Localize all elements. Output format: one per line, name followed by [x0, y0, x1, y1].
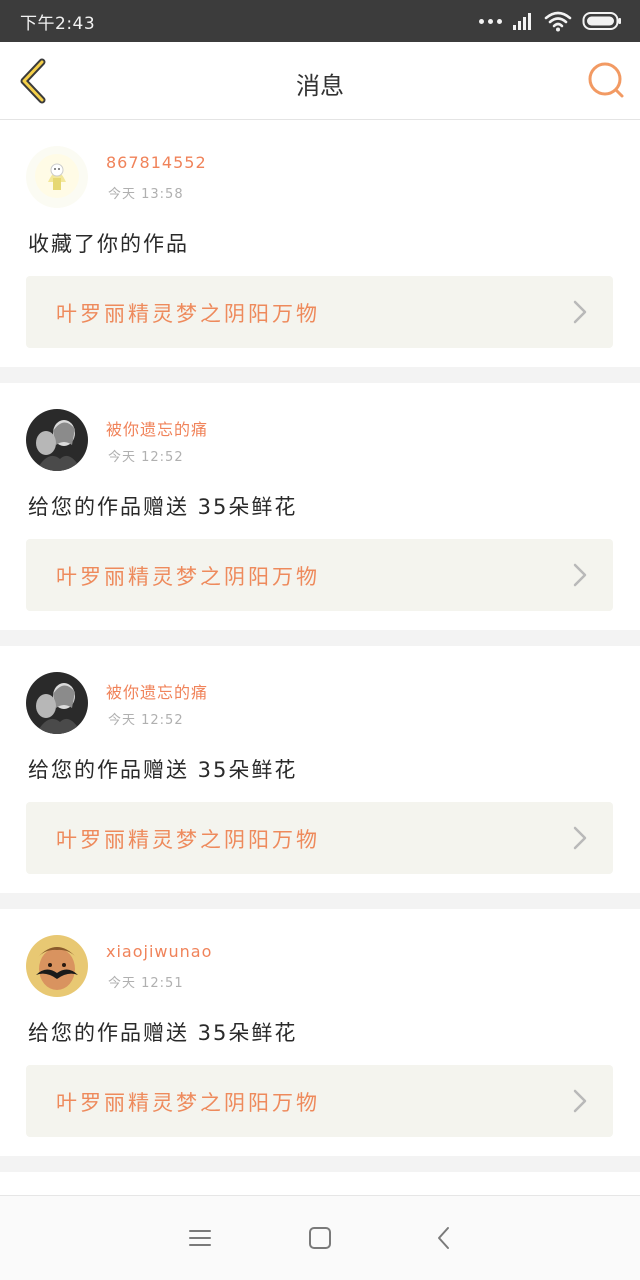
work-link[interactable]: 叶罗丽精灵梦之阴阳万物 [26, 276, 613, 348]
more-dots-icon [479, 18, 502, 24]
work-title: 叶罗丽精灵梦之阴阳万物 [56, 828, 320, 852]
home-button[interactable] [306, 1224, 334, 1252]
search-icon [588, 62, 624, 98]
work-link[interactable]: 叶罗丽精灵梦之阴阳万物 [26, 802, 613, 874]
chevron-right-icon [573, 1089, 587, 1113]
menu-icon [189, 1230, 211, 1246]
timestamp: 今天 13:58 [108, 187, 184, 202]
page-title: 消息 [296, 72, 344, 100]
username[interactable]: 867814552 [106, 153, 207, 172]
chevron-right-icon [573, 563, 587, 587]
message-item: 867814552 今天 13:58 收藏了你的作品 叶罗丽精灵梦之阴阳万物 [0, 120, 640, 367]
avatar[interactable] [26, 672, 88, 734]
chevron-right-icon [573, 826, 587, 850]
message-text: 给您的作品赠送 35朵鲜花 [28, 1021, 298, 1045]
username[interactable]: 被你遗忘的痛 [106, 416, 208, 440]
work-link[interactable]: 叶罗丽精灵梦之阴阳万物 [26, 539, 613, 611]
status-icons [479, 8, 622, 34]
avatar[interactable] [26, 409, 88, 471]
home-square-icon [309, 1227, 331, 1249]
avatar[interactable] [26, 146, 88, 208]
message-text: 给您的作品赠送 35朵鲜花 [28, 758, 298, 782]
menu-button[interactable] [186, 1224, 214, 1252]
back-triangle-icon [438, 1227, 449, 1249]
battery-icon [582, 12, 621, 30]
status-time: 下午2:43 [20, 14, 96, 34]
timestamp: 今天 12:51 [108, 976, 184, 991]
work-title: 叶罗丽精灵梦之阴阳万物 [56, 302, 320, 326]
message-text: 给您的作品赠送 35朵鲜花 [28, 495, 298, 519]
username[interactable]: xiaojiwunao [106, 942, 212, 961]
timestamp: 今天 12:52 [108, 450, 184, 465]
username[interactable]: 被你遗忘的痛 [106, 679, 208, 703]
message-item: 被你遗忘的痛 今天 12:52 给您的作品赠送 35朵鲜花 叶罗丽精灵梦之阴阳万… [0, 383, 640, 630]
system-nav-bar [0, 1195, 640, 1280]
message-text: 收藏了你的作品 [28, 232, 189, 256]
work-link[interactable]: 叶罗丽精灵梦之阴阳万物 [26, 1065, 613, 1137]
search-button[interactable] [586, 60, 626, 100]
status-bar: 下午2:43 [0, 0, 640, 42]
wifi-icon [544, 11, 572, 32]
avatar[interactable] [26, 935, 88, 997]
work-title: 叶罗丽精灵梦之阴阳万物 [56, 1091, 320, 1115]
message-item: xiaojiwunao 今天 12:51 给您的作品赠送 35朵鲜花 叶罗丽精灵… [0, 909, 640, 1156]
chevron-right-icon [573, 300, 587, 324]
timestamp: 今天 12:52 [108, 713, 184, 728]
system-back-button[interactable] [430, 1224, 458, 1252]
message-item: 被你遗忘的痛 今天 12:52 给您的作品赠送 35朵鲜花 叶罗丽精灵梦之阴阳万… [0, 646, 640, 893]
app-header: 消息 [0, 42, 640, 120]
work-title: 叶罗丽精灵梦之阴阳万物 [56, 565, 320, 589]
signal-icon [513, 13, 531, 30]
